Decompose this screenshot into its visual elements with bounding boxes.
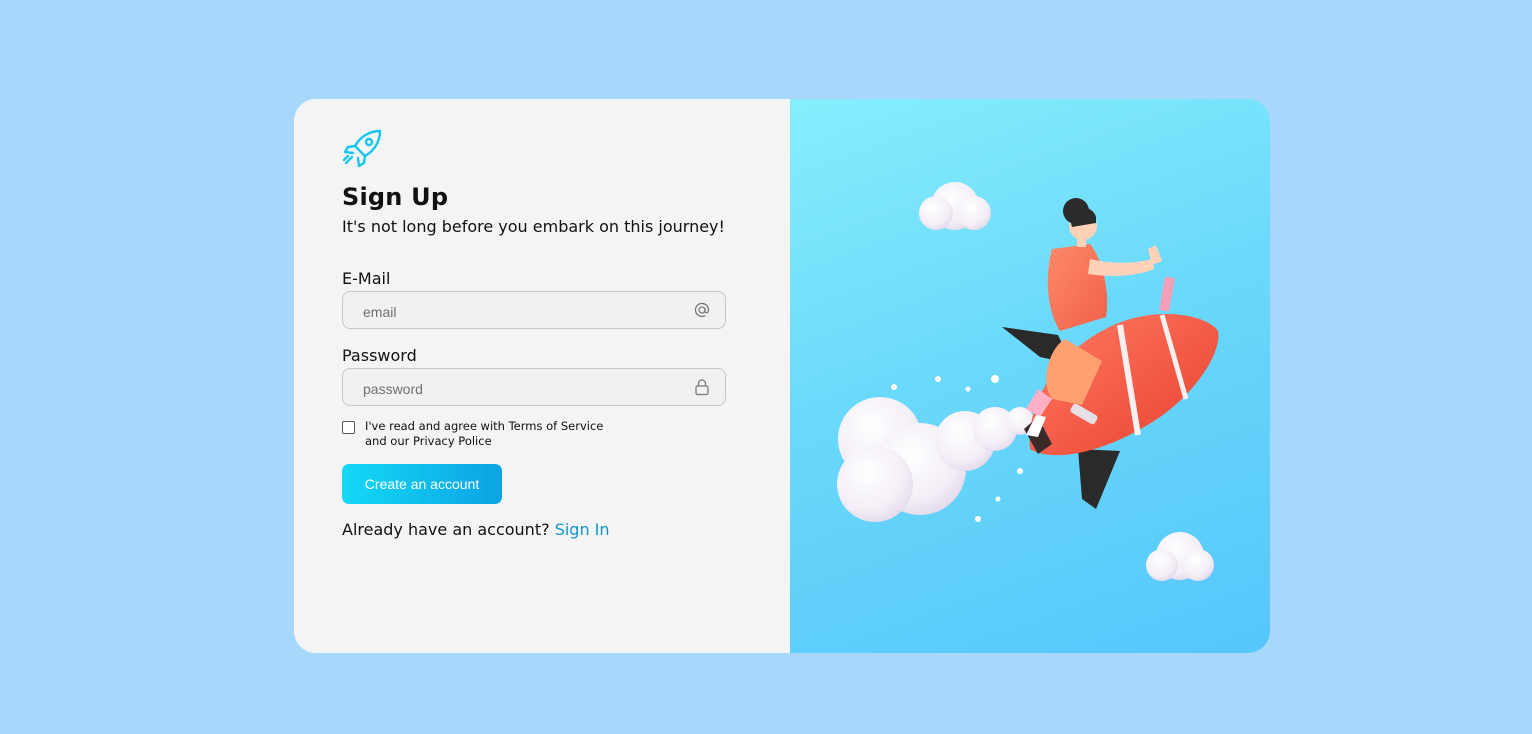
signup-card: Sign Up It's not long before you embark …: [294, 99, 1270, 653]
email-field-wrapper: [342, 291, 726, 329]
terms-checkbox[interactable]: [342, 421, 355, 434]
password-field-wrapper: [342, 368, 726, 406]
rocket-rider-illustration: [837, 182, 1219, 581]
page-subtitle: It's not long before you embark on this …: [342, 217, 725, 236]
cloud-icon: [1146, 532, 1214, 581]
page-title: Sign Up: [342, 183, 449, 211]
signin-prompt: Already have an account? Sign In: [342, 520, 610, 539]
create-account-button[interactable]: Create an account: [342, 464, 502, 504]
signin-link[interactable]: Sign In: [555, 520, 610, 539]
password-field[interactable]: [343, 369, 683, 405]
signup-form-panel: Sign Up It's not long before you embark …: [294, 99, 790, 653]
at-icon: [694, 302, 710, 318]
lock-icon: [695, 379, 709, 396]
email-label: E-Mail: [342, 269, 391, 288]
hero-illustration-panel: [790, 99, 1270, 653]
signin-prompt-text: Already have an account?: [342, 520, 550, 539]
rocket-icon: [342, 129, 382, 168]
exhaust-cloud: [837, 397, 1034, 522]
cloud-icon: [919, 182, 991, 230]
terms-text: I've read and agree with Terms of Servic…: [365, 419, 604, 448]
password-label: Password: [342, 346, 417, 365]
email-field[interactable]: [343, 292, 683, 328]
terms-agreement: I've read and agree with Terms of Servic…: [342, 419, 615, 449]
